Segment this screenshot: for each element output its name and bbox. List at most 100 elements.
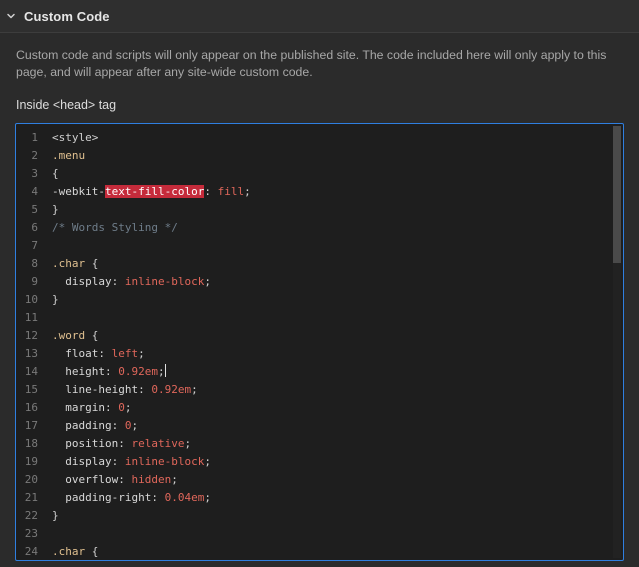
code-line[interactable]: 6 /* Words Styling */ [16,219,611,237]
head-tag-label: Inside <head> tag [16,98,117,112]
code-lines[interactable]: 1 <style> 2 .menu 3{4 -webkit-text-fill-color… [16,129,611,560]
search-highlight: text-fill-color [104,185,205,198]
section-header[interactable]: Custom Code [0,0,639,33]
line-code[interactable] [38,525,52,543]
code-token: /* Words Styling */ [52,221,178,234]
line-code[interactable]: line-height: 0.92em; [38,381,198,399]
code-line[interactable]: 22} [16,507,611,525]
line-code[interactable]: } [38,201,59,219]
code-token: { [85,545,99,558]
line-code[interactable]: -webkit-text-fill-color: fill; [38,183,251,201]
line-code[interactable]: } [38,291,59,309]
code-token: padding [52,419,112,432]
code-line[interactable]: 12 .word { [16,327,611,345]
code-token: .menu [52,149,86,162]
code-line[interactable]: 20 overflow: hidden; [16,471,611,489]
code-token: : [111,275,125,288]
line-code[interactable]: .word { [38,327,98,345]
code-line[interactable]: 18 position: relative; [16,435,611,453]
line-code[interactable]: display: inline-block; [38,453,211,471]
line-code[interactable]: padding: 0; [38,417,138,435]
code-line[interactable]: 19 display: inline-block; [16,453,611,471]
code-line[interactable]: 23 [16,525,611,543]
line-code[interactable]: margin: 0; [38,399,131,417]
code-line[interactable]: 8 .char { [16,255,611,273]
code-token: 0 [118,401,125,414]
code-editor[interactable]: 1 <style> 2 .menu 3{4 -webkit-text-fill-color… [15,123,624,561]
custom-code-panel: Custom Code Custom code and scripts will… [0,0,639,567]
line-code[interactable]: height: 0.92em; [38,363,166,381]
section-title: Custom Code [24,8,110,24]
line-code[interactable]: overflow: hidden; [38,471,178,489]
line-code[interactable]: padding-right: 0.04em; [38,489,211,507]
line-number: 14 [24,365,38,378]
code-token: : [151,491,165,504]
line-number: 19 [24,455,38,468]
code-line[interactable]: 16 margin: 0; [16,399,611,417]
line-code[interactable]: } [38,507,59,525]
code-token: inline-block [124,455,205,468]
line-number: 23 [24,527,38,540]
chevron-down-icon[interactable] [6,11,16,21]
code-token: ; [204,491,211,504]
code-line[interactable]: 11 [16,309,611,327]
code-token: ; [204,455,211,468]
line-code[interactable]: /* Words Styling */ [38,219,178,237]
code-line[interactable]: 2 .menu [16,147,611,165]
code-line[interactable]: 5} [16,201,611,219]
code-line[interactable]: 7 [16,237,611,255]
code-line[interactable]: 1 <style> [16,129,611,147]
line-number: 6 [31,221,38,234]
line-number: 17 [24,419,38,432]
code-token: .char [52,257,86,270]
code-token: : [104,365,119,378]
code-line[interactable]: 24 .char { [16,543,611,560]
line-number: 21 [24,491,38,504]
code-token: ; [157,365,165,378]
line-number: 8 [31,257,38,270]
line-number: 5 [31,203,38,216]
code-token: display [52,275,112,288]
code-token: : [111,419,125,432]
line-code[interactable]: <style> [38,129,98,147]
code-token: 0.92em [118,365,158,378]
code-token: : [118,473,132,486]
code-token: inline-block [124,275,205,288]
code-line[interactable]: 10} [16,291,611,309]
code-token: { [85,257,99,270]
section-description: Custom code and scripts will only appear… [16,48,607,79]
code-token: height [52,365,105,378]
line-number: 15 [24,383,38,396]
line-code[interactable]: float: left; [38,345,145,363]
code-line[interactable]: 13 float: left; [16,345,611,363]
line-code[interactable] [38,237,52,255]
code-token: padding-right [52,491,152,504]
text-caret [164,364,166,377]
line-code[interactable]: position: relative; [38,435,191,453]
line-number: 7 [31,239,38,252]
code-line[interactable]: 17 padding: 0; [16,417,611,435]
code-line[interactable]: 9 display: inline-block; [16,273,611,291]
code-token: position [52,437,119,450]
code-token: : [118,437,132,450]
code-line[interactable]: 15 line-height: 0.92em; [16,381,611,399]
scrollbar-thumb[interactable] [613,126,621,263]
line-code[interactable]: .menu [38,147,85,165]
line-number: 9 [31,275,38,288]
code-token: { [85,329,99,342]
line-code[interactable]: .char { [38,255,98,273]
line-code[interactable]: { [38,165,59,183]
code-line[interactable]: 21 padding-right: 0.04em; [16,489,611,507]
editor-scrollbar[interactable] [613,126,621,558]
code-token: ; [191,383,198,396]
code-token: 0.92em [151,383,192,396]
code-line[interactable]: 14 height: 0.92em; [16,363,611,381]
code-line[interactable]: 3{ [16,165,611,183]
line-code[interactable]: display: inline-block; [38,273,211,291]
line-number: 4 [31,185,38,198]
code-line[interactable]: 4 -webkit-text-fill-color: fill; [16,183,611,201]
code-token: .word [52,329,86,342]
line-code[interactable] [38,309,52,327]
line-code[interactable]: .char { [38,543,99,560]
code-token: hidden [131,473,172,486]
